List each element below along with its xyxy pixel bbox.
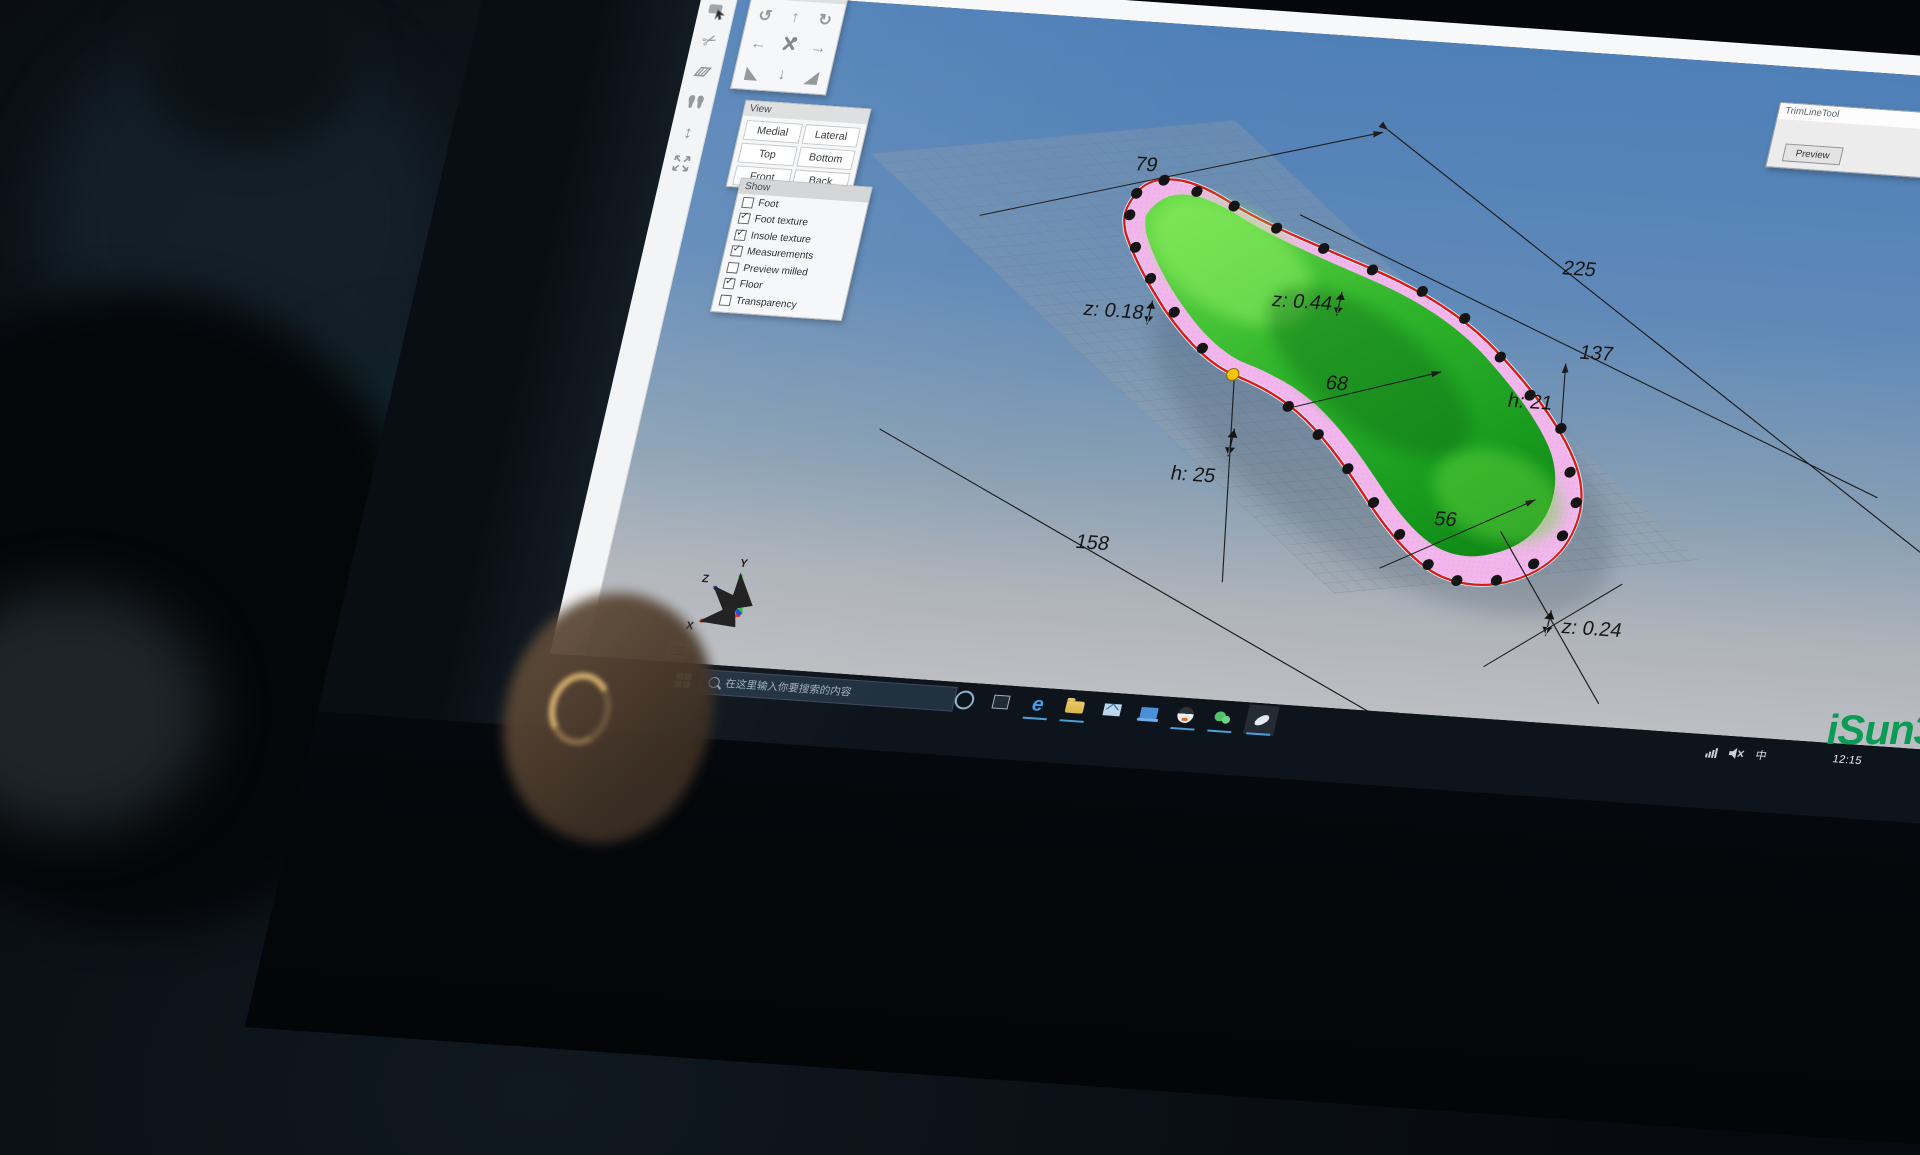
background-blur-monitor [40, 20, 440, 420]
clock-time: 12:15 [1831, 753, 1863, 767]
ime-indicator: 中 [1754, 747, 1769, 764]
checkbox-floor[interactable] [722, 278, 735, 290]
axis-label-z: Z [701, 573, 711, 585]
insole-app-icon [1253, 713, 1270, 727]
fit-view-icon[interactable] [667, 152, 694, 175]
measurement-label: h: 25 [1168, 463, 1217, 488]
show-item-label: Foot [757, 198, 779, 210]
show-item-label: Foot texture [753, 214, 809, 229]
measurement-label: 137 [1577, 342, 1615, 366]
search-placeholder: 在这里输入你要搜索的内容 [724, 676, 853, 700]
tools-icon[interactable] [777, 34, 800, 58]
edge-icon: e [1030, 693, 1046, 716]
measurement-label: z: 0.18 [1081, 298, 1146, 324]
rotate-cw-icon[interactable]: ↻ [816, 9, 834, 30]
measurement-label: 225 [1560, 257, 1598, 281]
file-explorer-icon [1065, 701, 1086, 714]
preview-button[interactable]: Preview [1782, 143, 1844, 165]
cut-icon[interactable]: ✂ [696, 27, 723, 55]
network-icon [1704, 747, 1717, 758]
checkbox-foot-texture[interactable] [737, 213, 750, 225]
move-vertical-icon[interactable]: ↕ [674, 121, 701, 144]
qq-icon [1176, 707, 1196, 724]
insoles-pair-icon[interactable] [682, 91, 709, 114]
cortana-icon [952, 689, 975, 709]
volume-muted-icon [1727, 746, 1746, 761]
show-item-label: Insole texture [750, 230, 812, 245]
axis-triad: Y Z X [685, 555, 754, 635]
mail-icon [1102, 703, 1122, 716]
checkbox-transparency[interactable] [719, 294, 732, 306]
checkbox-preview-milled[interactable] [726, 262, 739, 274]
blurred-hand [0, 590, 210, 830]
wechat-icon [1213, 711, 1232, 725]
task-view-icon [991, 695, 1010, 710]
measurement-label: h: 21 [1506, 390, 1555, 415]
pan-right-icon[interactable]: → [808, 39, 828, 58]
measurement-label: z: 0.24 [1559, 616, 1624, 642]
measurement-label: 158 [1073, 531, 1111, 555]
pan-down-icon[interactable]: ↓ [776, 66, 788, 84]
tray-network[interactable] [1698, 744, 1724, 761]
show-item-label: Measurements [746, 247, 814, 262]
view-button-top[interactable]: Top [737, 143, 797, 167]
rotate-ccw-icon[interactable]: ↺ [756, 5, 774, 26]
tilt-right-icon[interactable]: ◢ [803, 67, 820, 88]
select-region-icon[interactable] [703, 0, 730, 22]
background-blur-shelf [140, 0, 360, 150]
pan-left-icon[interactable]: ← [749, 35, 769, 54]
pan-up-icon[interactable]: ↑ [789, 8, 801, 26]
view-button-medial[interactable]: Medial [743, 120, 803, 144]
checkbox-insole-texture[interactable] [734, 229, 747, 241]
measurement-label: z: 0.44 [1270, 289, 1335, 315]
monitor-screen: 79 225 137 z: 0.44 z: 0.18 68 h: 21 h: 2… [410, 0, 1920, 1032]
show-item-label: Preview milled [742, 263, 809, 278]
view-button-lateral[interactable]: Lateral [801, 124, 861, 148]
viewport-3d[interactable]: 79 225 137 z: 0.44 z: 0.18 68 h: 21 h: 2… [550, 0, 1920, 755]
show-item-label: Transparency [735, 295, 798, 310]
view-button-bottom[interactable]: Bottom [796, 147, 856, 171]
show-item-label: Floor [738, 279, 763, 291]
cross-section-icon[interactable] [689, 60, 716, 83]
checkbox-measurements[interactable] [730, 245, 743, 257]
tray-ime[interactable]: 中 [1749, 746, 1773, 765]
checkbox-foot[interactable] [741, 197, 754, 209]
tilt-left-icon[interactable]: ◣ [744, 62, 761, 83]
axis-label-y: Y [739, 558, 750, 570]
isun-watermark: iSun3 [1827, 706, 1920, 754]
pc-3d-icon [1139, 706, 1158, 718]
tray-volume[interactable] [1723, 744, 1749, 763]
